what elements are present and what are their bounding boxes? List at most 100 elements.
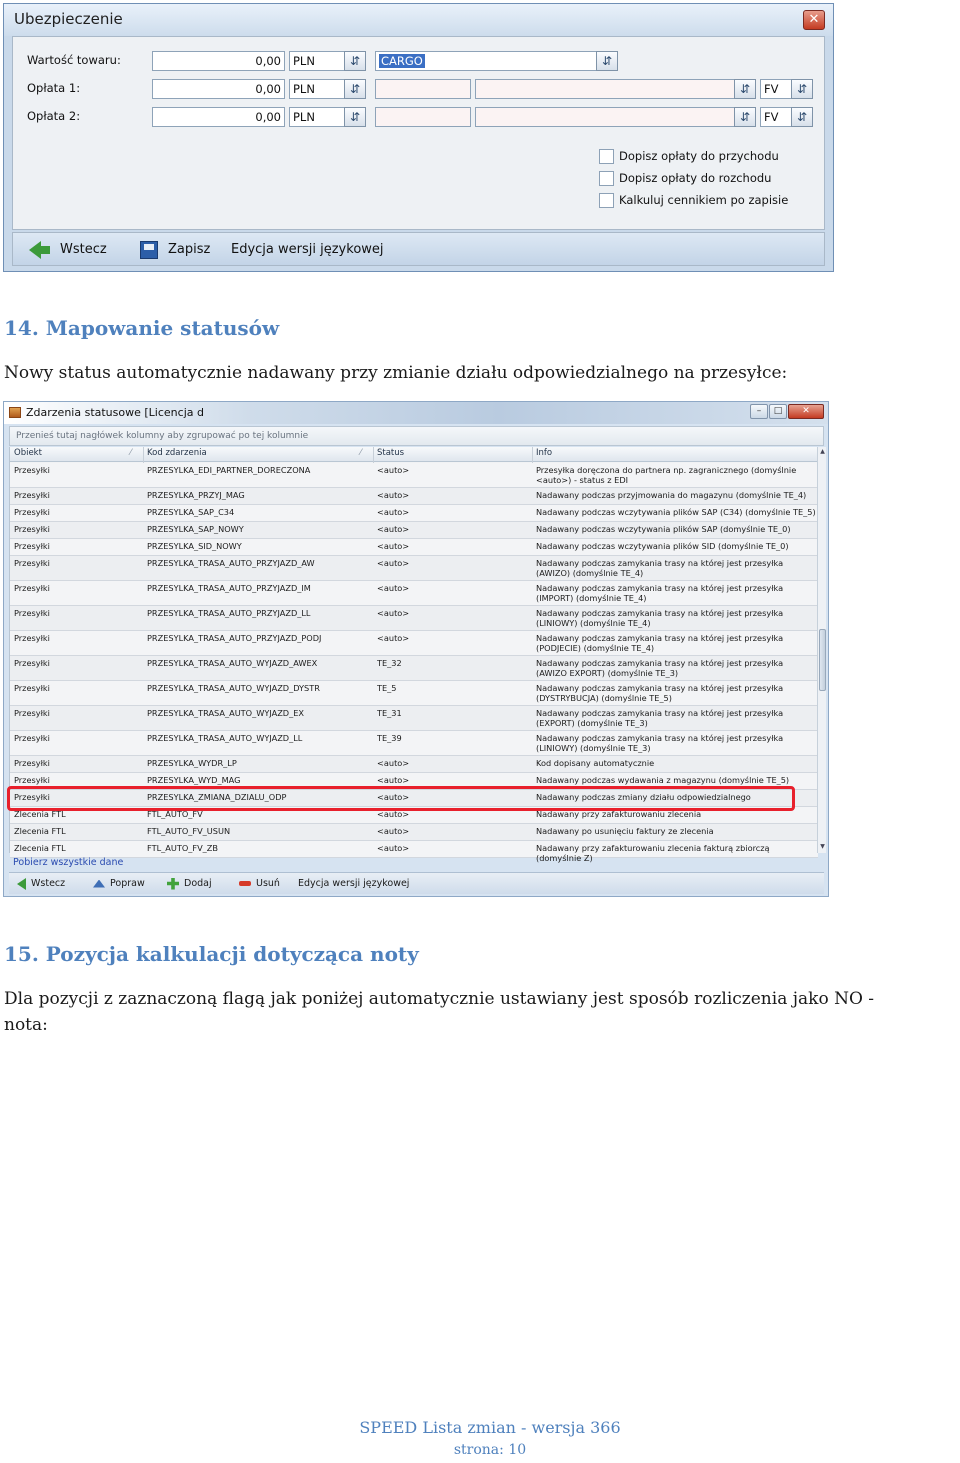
- dropdown-arrow-icon[interactable]: ⇵: [791, 79, 813, 99]
- checkbox-add-fees-income[interactable]: Dopisz opłaty do przychodu: [599, 149, 779, 167]
- back-button[interactable]: Wstecz: [29, 240, 107, 260]
- table-row[interactable]: Przesyłki PRZESYLKA_EDI_PARTNER_DORECZONA…: [10, 463, 818, 488]
- window-controls: – □ ✕: [749, 404, 824, 420]
- checkbox-label: Kalkuluj cennikiem po zapisie: [619, 193, 789, 207]
- cell-event-code: PRZESYLKA_TRASA_AUTO_PRZYJAZD_AW: [147, 558, 315, 568]
- cell-event-code: PRZESYLKA_TRASA_AUTO_WYJAZD_DYSTR: [147, 683, 320, 693]
- table-row[interactable]: Przesyłki PRZESYLKA_SAP_C34 <auto> Nadawany…: [10, 505, 818, 522]
- table-row[interactable]: Przesyłki PRZESYLKA_TRASA_AUTO_WYJAZD_EX T…: [10, 706, 818, 731]
- table-row[interactable]: Przesyłki PRZESYLKA_PRZYJ_MAG <auto> Nadawa…: [10, 488, 818, 505]
- group-by-bar[interactable]: Przenieś tutaj nagłówek kolumny aby zgru…: [9, 426, 824, 446]
- add-button[interactable]: Dodaj: [167, 877, 212, 891]
- cell-status: <auto>: [377, 524, 410, 534]
- page-footer-page-number: strona: 10: [453, 1442, 527, 1458]
- fee2-amount-field[interactable]: 0,00: [152, 107, 285, 127]
- dropdown-arrow-icon[interactable]: ⇵: [344, 79, 366, 99]
- language-edit-button[interactable]: Edycja wersji językowej: [231, 240, 384, 260]
- close-icon[interactable]: ✕: [803, 10, 825, 30]
- column-header-status[interactable]: Status: [377, 448, 404, 458]
- cargo-type-value: CARGO: [379, 54, 425, 68]
- scroll-down-icon[interactable]: ▼: [818, 843, 827, 851]
- section-14-heading: 14. Mapowanie statusów: [4, 316, 280, 340]
- column-header-event-code[interactable]: Kod zdarzenia: [147, 448, 207, 458]
- load-all-data-link[interactable]: Pobierz wszystkie dane: [13, 857, 123, 868]
- section-15-text-line1: Dla pozycji z zaznaczoną flagą jak poniż…: [4, 989, 875, 1009]
- maximize-icon[interactable]: □: [769, 404, 787, 419]
- dropdown-arrow-icon[interactable]: ⇵: [344, 107, 366, 127]
- table-row[interactable]: Przesyłki PRZESYLKA_TRASA_AUTO_PRZYJAZD_P…: [10, 631, 818, 656]
- cell-status: TE_32: [377, 658, 402, 668]
- cargo-type-field[interactable]: CARGO: [375, 51, 597, 71]
- cell-info: Nadawany podczas zamykania trasy na któr…: [536, 733, 784, 753]
- save-button[interactable]: Zapisz: [140, 240, 210, 260]
- edit-button[interactable]: Popraw: [93, 877, 145, 891]
- fee1-currency-field[interactable]: PLN: [289, 79, 345, 99]
- table-row[interactable]: Przesyłki PRZESYLKA_TRASA_AUTO_PRZYJAZD_A…: [10, 556, 818, 581]
- cell-status: <auto>: [377, 843, 410, 853]
- checkbox-calc-pricelist[interactable]: Kalkuluj cennikiem po zapisie: [599, 193, 788, 211]
- checkbox-add-fees-expense[interactable]: Dopisz opłaty do rozchodu: [599, 171, 771, 189]
- cell-object: Przesyłki: [14, 490, 50, 500]
- dropdown-arrow-icon[interactable]: ⇵: [344, 51, 366, 71]
- scroll-up-icon[interactable]: ▲: [818, 448, 827, 456]
- fee2-name-field[interactable]: [475, 107, 735, 127]
- checkbox-box[interactable]: [599, 149, 614, 164]
- fee1-amount-field[interactable]: 0,00: [152, 79, 285, 99]
- fee1-name-field[interactable]: [475, 79, 735, 99]
- dropdown-arrow-icon[interactable]: ⇵: [734, 107, 756, 127]
- cell-event-code: PRZESYLKA_TRASA_AUTO_WYJAZD_AWEX: [147, 658, 318, 668]
- table-row[interactable]: Przesyłki PRZESYLKA_TRASA_AUTO_PRZYJAZD_L…: [10, 606, 818, 631]
- cell-event-code: PRZESYLKA_EDI_PARTNER_DORECZONA: [147, 465, 311, 475]
- table-row[interactable]: Przesyłki PRZESYLKA_WYDR_LP <auto> Kod dopi…: [10, 756, 818, 773]
- filter-icon[interactable]: ⁄: [360, 448, 361, 458]
- cell-event-code: PRZESYLKA_SAP_C34: [147, 507, 235, 517]
- checkbox-box[interactable]: [599, 171, 614, 186]
- table-row[interactable]: Zlecenia FTL FTL_AUTO_FV_ZB <auto> Nadawany…: [10, 841, 818, 863]
- cell-event-code: PRZESYLKA_SAP_NOWY: [147, 524, 244, 534]
- scroll-thumb[interactable]: [819, 629, 826, 691]
- minimize-icon[interactable]: –: [750, 404, 768, 419]
- close-icon[interactable]: ✕: [788, 404, 824, 419]
- dropdown-arrow-icon[interactable]: ⇵: [734, 79, 756, 99]
- fee2-currency-field[interactable]: PLN: [289, 107, 345, 127]
- table-row[interactable]: Przesyłki PRZESYLKA_TRASA_AUTO_WYJAZD_AWE…: [10, 656, 818, 681]
- column-header-object[interactable]: Obiekt: [14, 448, 42, 458]
- table-row[interactable]: Przesyłki PRZESYLKA_SAP_NOWY <auto> Nadawan…: [10, 522, 818, 539]
- section-15-text-line2: nota:: [4, 1015, 48, 1035]
- cell-info: Kod dopisany automatycznie: [536, 758, 655, 768]
- section-15-heading: 15. Pozycja kalkulacji dotycząca noty: [4, 942, 419, 966]
- table-row[interactable]: Przesyłki PRZESYLKA_TRASA_AUTO_WYJAZD_DYS…: [10, 681, 818, 706]
- table-row[interactable]: Przesyłki PRZESYLKA_SID_NOWY <auto> Nadawan…: [10, 539, 818, 556]
- filter-icon[interactable]: ⁄: [130, 448, 131, 458]
- fee1-code-field[interactable]: [375, 79, 471, 99]
- table-row[interactable]: Zlecenia FTL FTL_AUTO_FV_USUN <auto> Nadawa…: [10, 824, 818, 841]
- back-button[interactable]: Wstecz: [17, 877, 65, 891]
- vertical-scrollbar[interactable]: ▲ ▼: [817, 447, 826, 853]
- cell-object: Zlecenia FTL: [14, 826, 66, 836]
- cell-status: <auto>: [377, 775, 410, 785]
- cell-object: Przesyłki: [14, 658, 50, 668]
- cell-info: Nadawany podczas zamykania trasy na któr…: [536, 633, 784, 653]
- column-header-info[interactable]: Info: [536, 448, 552, 458]
- goods-value-label: Wartość towaru:: [27, 53, 121, 67]
- table-row[interactable]: Przesyłki PRZESYLKA_TRASA_AUTO_PRZYJAZD_I…: [10, 581, 818, 606]
- dropdown-arrow-icon[interactable]: ⇵: [791, 107, 813, 127]
- dropdown-arrow-icon[interactable]: ⇵: [596, 51, 618, 71]
- goods-value-currency-field[interactable]: PLN: [289, 51, 345, 71]
- plus-icon: [167, 877, 179, 890]
- cell-object: Przesyłki: [14, 683, 50, 693]
- cell-object: Przesyłki: [14, 733, 50, 743]
- cell-object: Przesyłki: [14, 558, 50, 568]
- language-edit-button[interactable]: Edycja wersji językowej: [298, 877, 409, 891]
- cell-info: Nadawany podczas przyjmowania do magazyn…: [536, 490, 807, 500]
- delete-button[interactable]: Usuń: [239, 877, 280, 891]
- fee2-doc-field[interactable]: FV: [760, 107, 792, 127]
- fee1-doc-field[interactable]: FV: [760, 79, 792, 99]
- cell-status: <auto>: [377, 758, 410, 768]
- cell-info: Nadawany podczas wczytywania plików SID …: [536, 541, 789, 551]
- fee2-code-field[interactable]: [375, 107, 471, 127]
- cell-event-code: PRZESYLKA_TRASA_AUTO_WYJAZD_EX: [147, 708, 304, 718]
- table-row[interactable]: Przesyłki PRZESYLKA_TRASA_AUTO_WYJAZD_LL T…: [10, 731, 818, 756]
- checkbox-box[interactable]: [599, 193, 614, 208]
- goods-value-amount-field[interactable]: 0,00: [152, 51, 285, 71]
